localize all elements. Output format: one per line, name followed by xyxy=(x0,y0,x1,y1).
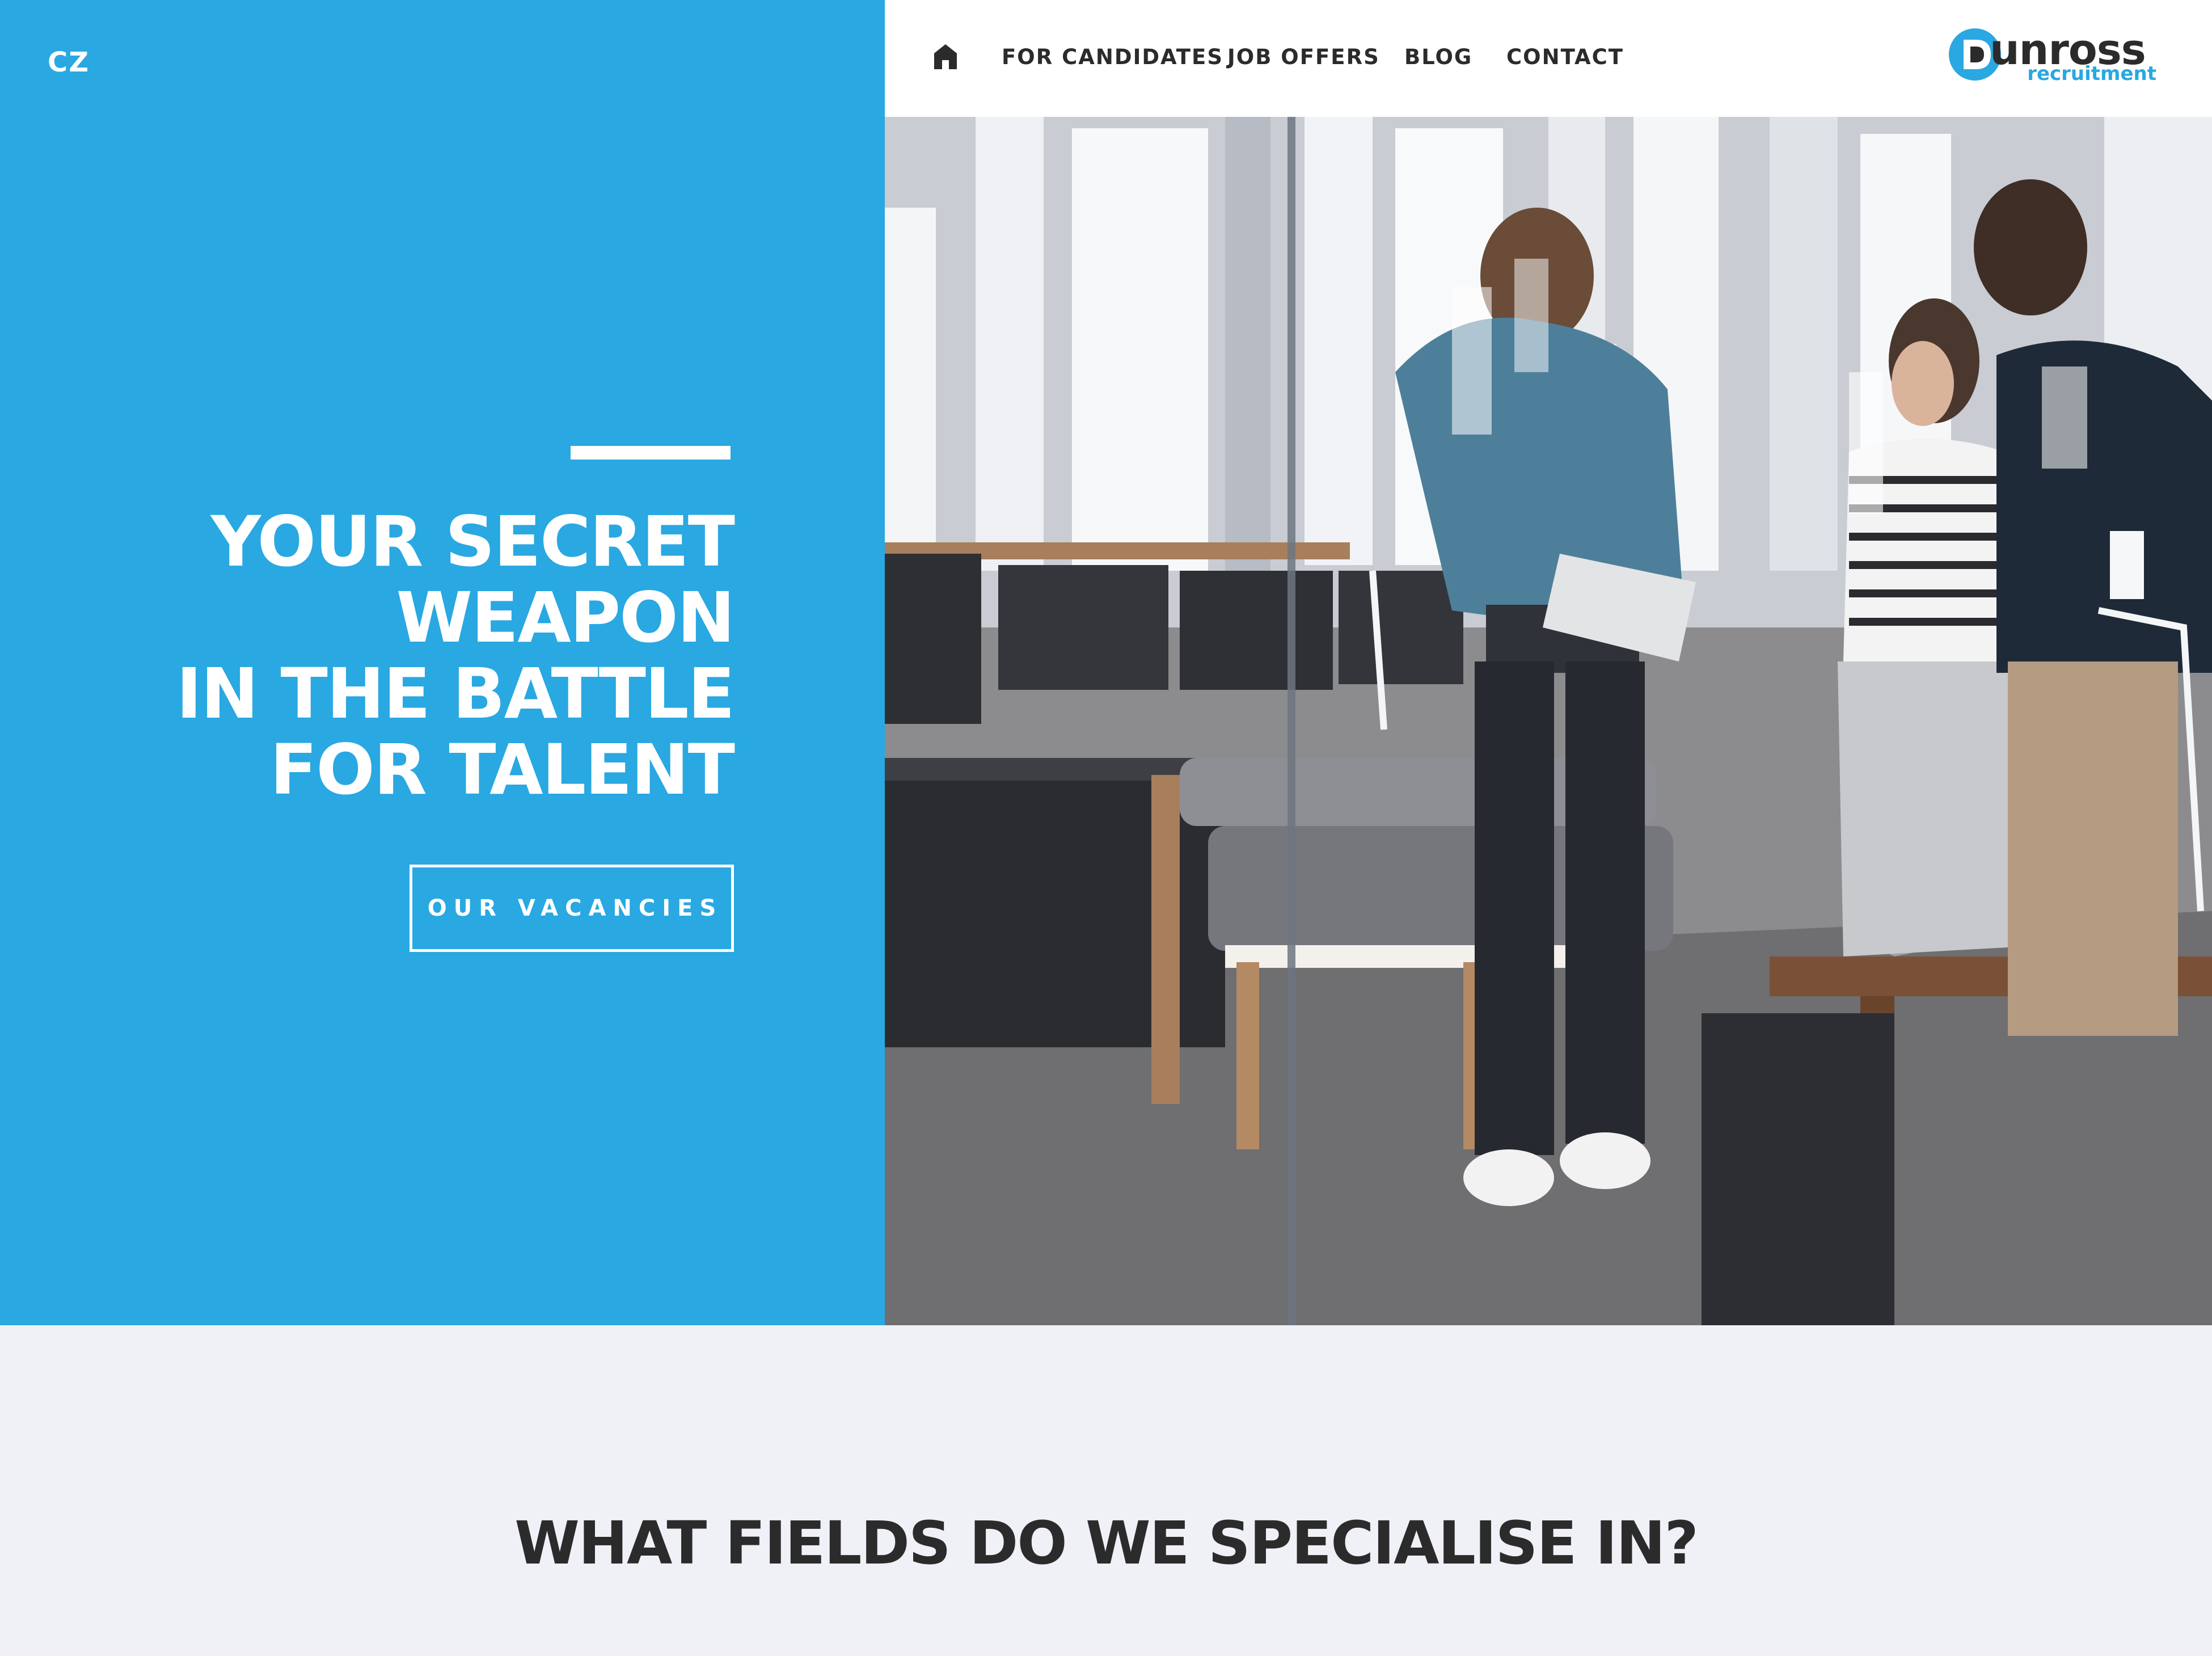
hero-panel: CZ YOUR SECRET WEAPON IN THE BATTLE FOR … xyxy=(0,0,885,1325)
top-navigation: FOR CANDIDATES JOB OFFERS BLOG CONTACT u… xyxy=(885,0,2212,117)
hero-title-line: FOR TALENT xyxy=(269,730,735,810)
hero-accent-bar xyxy=(571,446,731,460)
nav-item-for-candidates[interactable]: FOR CANDIDATES xyxy=(1002,43,1223,71)
language-switch[interactable]: CZ xyxy=(48,47,90,78)
hero-title-line: IN THE BATTLE xyxy=(176,654,735,734)
hero-title-line: YOUR SECRET xyxy=(210,502,735,582)
logo-sub-text: recruitment xyxy=(2027,62,2156,85)
hero-title: YOUR SECRET WEAPON IN THE BATTLE FOR TAL… xyxy=(53,502,735,810)
nav-item-job-offers[interactable]: JOB OFFERS xyxy=(1227,43,1380,71)
home-icon[interactable] xyxy=(933,43,958,70)
hero-title-line: WEAPON xyxy=(396,578,735,658)
nav-item-blog[interactable]: BLOG xyxy=(1404,43,1472,71)
hero-photo xyxy=(885,117,2212,1325)
nav-item-contact[interactable]: CONTACT xyxy=(1506,43,1624,71)
our-vacancies-button[interactable]: OUR VACANCIES xyxy=(410,865,734,952)
section-title: WHAT FIELDS DO WE SPECIALISE IN? xyxy=(514,1508,1699,1578)
dunross-logo[interactable]: unross recruitment xyxy=(1947,25,2156,87)
